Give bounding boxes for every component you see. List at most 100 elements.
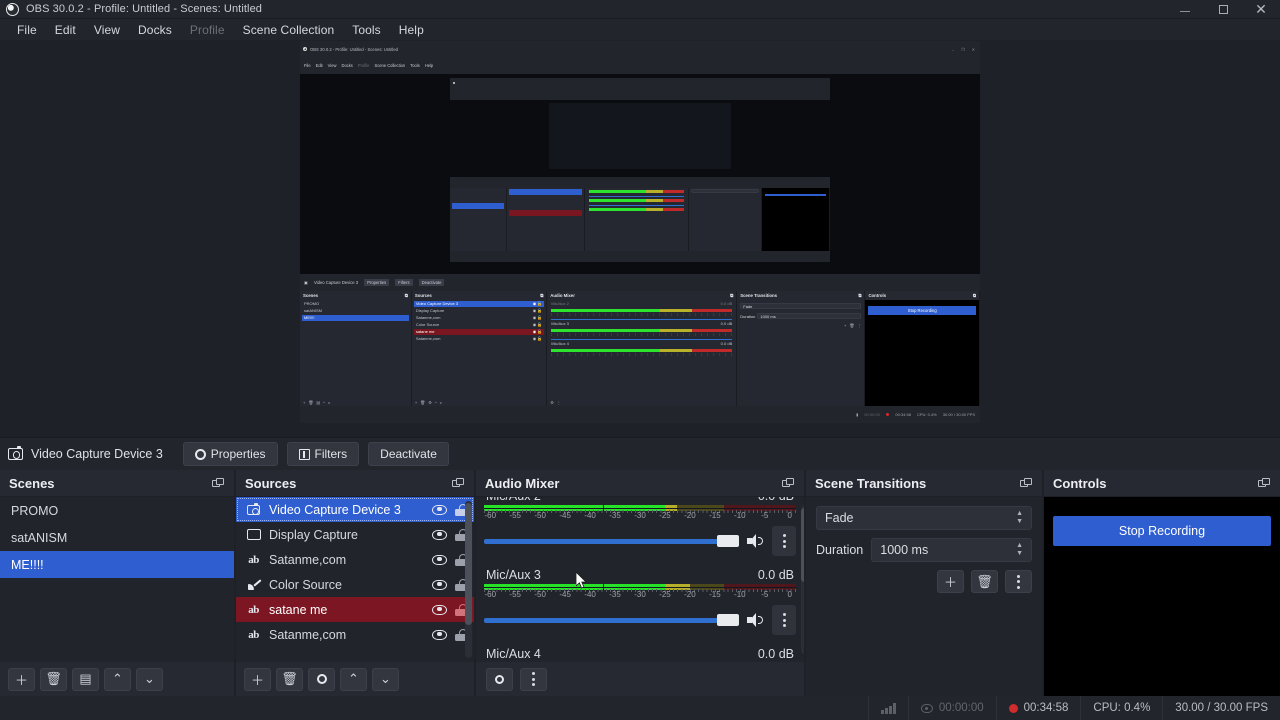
gear-icon [194, 448, 206, 460]
scene-transitions-header: Scene Transitions [806, 470, 1042, 497]
float-icon[interactable] [1258, 477, 1271, 489]
menu-file[interactable]: File [8, 21, 46, 39]
mixer-track-mic-aux-3[interactable]: Mic/Aux 3 0.0 dB -60 -55 -50 -45 -40 -35… [484, 563, 796, 642]
nested-obs-level-2 [449, 77, 831, 262]
scene-item-promo[interactable]: PROMO [0, 497, 234, 524]
source-row-color-source[interactable]: Color Source [236, 572, 474, 597]
preview-area[interactable]: OBS 30.0.2 - Profile: Untitled - Scenes:… [0, 40, 1280, 437]
duration-input[interactable]: 1000 ms ▲ ▼ [871, 538, 1032, 562]
scenes-list[interactable]: PROMO satANISM ME!!!! [0, 497, 234, 662]
menu-tools[interactable]: Tools [343, 21, 390, 39]
audio-mixer-menu-button[interactable] [520, 667, 547, 691]
menu-profile[interactable]: Profile [181, 21, 234, 39]
sources-list[interactable]: Video Capture Device 3 Display Capture a… [236, 497, 474, 662]
move-source-up-button[interactable]: ⌃ [340, 667, 367, 691]
menu-help[interactable]: Help [390, 21, 433, 39]
nested-window-title: OBS 30.0.2 - Profile: Untitled - Scenes:… [310, 46, 398, 52]
eye-icon[interactable] [432, 604, 447, 615]
text-icon: ab [248, 553, 259, 566]
transition-select[interactable]: Fade ▲ ▼ [816, 506, 1032, 530]
source-row-satanme-com-1[interactable]: ab Satanme,com [236, 547, 474, 572]
scene-transitions-title: Scene Transitions [815, 475, 927, 491]
transition-menu-button[interactable] [1005, 570, 1032, 593]
menu-edit[interactable]: Edit [46, 21, 85, 39]
move-source-down-button[interactable]: ⌄ [372, 667, 399, 691]
source-row-video-capture-device-3[interactable]: Video Capture Device 3 [236, 497, 474, 522]
remove-transition-button[interactable]: 🗑 [971, 570, 998, 593]
volume-slider[interactable] [484, 614, 739, 626]
preview-canvas[interactable]: OBS 30.0.2 - Profile: Untitled - Scenes:… [300, 41, 980, 423]
move-scene-up-button[interactable]: ⌃ [104, 667, 131, 691]
scrollbar-thumb[interactable] [465, 503, 472, 626]
close-icon[interactable]: ✕ [1242, 0, 1280, 19]
add-scene-button[interactable]: ＋ [8, 667, 35, 691]
slider-knob[interactable] [717, 614, 739, 626]
mouse-cursor [576, 572, 587, 589]
nested-mixer-title: Audio Mixer [550, 293, 575, 299]
filters-button[interactable]: Filters [286, 442, 360, 466]
nested-filters-button: Filters [395, 278, 413, 286]
source-label: Satanme,com [269, 552, 347, 567]
remove-scene-button[interactable]: 🗑 [40, 667, 67, 691]
float-icon[interactable] [782, 477, 795, 489]
obs-logo-icon [303, 47, 307, 52]
source-row-display-capture[interactable]: Display Capture [236, 522, 474, 547]
float-icon[interactable] [452, 477, 465, 489]
source-row-satane-me[interactable]: ab satane me [236, 597, 474, 622]
move-scene-down-button[interactable]: ⌄ [136, 667, 163, 691]
mixer-track-mic-aux-4[interactable]: Mic/Aux 4 0.0 dB -60-55 -50-45 - [484, 642, 796, 662]
stop-recording-button[interactable]: Stop Recording [1053, 516, 1271, 546]
add-transition-button[interactable]: ＋ [937, 570, 964, 593]
scrollbar-thumb[interactable] [801, 507, 804, 583]
add-source-button[interactable]: ＋ [244, 667, 271, 691]
mixer-scrollbar[interactable] [801, 505, 804, 654]
nested-obs-level-1: OBS 30.0.2 - Profile: Untitled - Scenes:… [300, 41, 980, 423]
nested-transition-value: Fade [743, 303, 753, 309]
speaker-icon[interactable] [747, 534, 764, 548]
speaker-icon[interactable] [747, 613, 764, 627]
scene-item-satanism[interactable]: satANISM [0, 524, 234, 551]
eye-icon[interactable] [432, 579, 447, 590]
minimize-button[interactable] [1166, 0, 1204, 19]
eye-icon[interactable] [432, 554, 447, 565]
eye-icon[interactable] [432, 504, 447, 515]
spinner-icon[interactable]: ▲ ▼ [1016, 542, 1023, 557]
properties-label: Properties [210, 447, 266, 461]
chevron-updown-icon[interactable]: ▲ ▼ [1016, 510, 1023, 525]
menu-scene-collection[interactable]: Scene Collection [234, 21, 344, 39]
recording-time: 00:34:58 [1023, 702, 1069, 714]
audio-mixer-toolbar [476, 662, 804, 696]
audio-mixer-header: Audio Mixer [476, 470, 804, 497]
source-properties-button[interactable] [308, 667, 335, 691]
transition-buttons: ＋ 🗑 [816, 570, 1032, 593]
audio-settings-button[interactable] [486, 667, 513, 691]
menu-view[interactable]: View [85, 21, 129, 39]
eye-icon[interactable] [432, 529, 447, 540]
menu-docks[interactable]: Docks [129, 21, 181, 39]
float-icon[interactable] [1020, 477, 1033, 489]
scene-item-me[interactable]: ME!!!! [0, 551, 234, 578]
track-menu-button[interactable] [772, 605, 796, 635]
float-icon: ⧉ [858, 293, 862, 299]
audio-mixer-tracks[interactable]: Mic/Aux 2 0.0 dB -60-55 -50-45 - [476, 497, 804, 662]
nested-source-row: Color Source ◉ 🔓 [415, 322, 543, 328]
scene-filters-button[interactable]: ▤ [72, 667, 99, 691]
sources-toolbar: ＋ 🗑 ⌃ ⌄ [236, 662, 474, 696]
maximize-icon[interactable] [1204, 0, 1242, 19]
track-menu-button[interactable] [772, 526, 796, 556]
mixer-track-mic-aux-2[interactable]: Mic/Aux 2 0.0 dB -60-55 -50-45 - [484, 497, 796, 563]
source-row-satanme-com-2[interactable]: ab Satanme,com [236, 622, 474, 647]
float-icon[interactable] [212, 477, 225, 489]
mixer-track-db: 0.0 dB [758, 497, 794, 503]
properties-button[interactable]: Properties [182, 442, 278, 466]
eye-icon[interactable] [432, 629, 447, 640]
nested-camera-icon: ▣ [304, 279, 308, 285]
slider-knob[interactable] [717, 535, 739, 547]
deactivate-button[interactable]: Deactivate [368, 442, 449, 466]
volume-slider[interactable] [484, 535, 739, 547]
nested-cpu: CPU: 0.4% [916, 411, 937, 417]
sources-scrollbar[interactable] [465, 501, 472, 658]
meter-ticks: -60 -55 -50 -45 -40 -35 -30 -25 -20 -15 -10 -5… [484, 510, 796, 524]
obs-logo-icon [452, 82, 455, 85]
remove-source-button[interactable]: 🗑 [276, 667, 303, 691]
